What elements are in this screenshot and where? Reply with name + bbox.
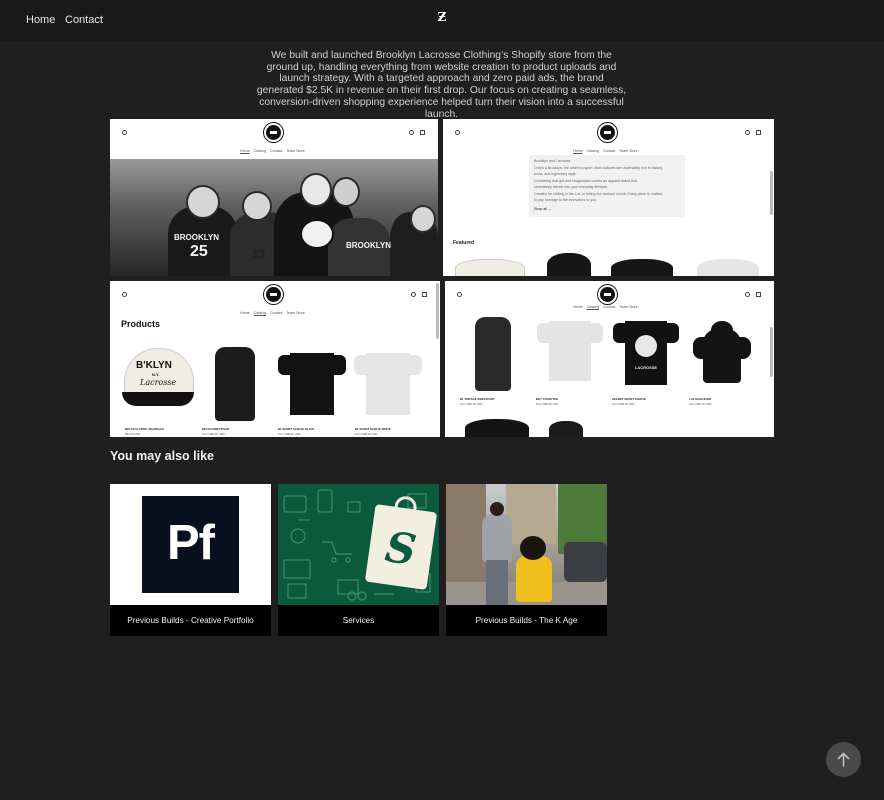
mock-store-logo [598, 285, 617, 304]
related-card-the-k-age[interactable]: Previous Builds - The K Age [446, 484, 607, 636]
mock-search-icon [455, 130, 460, 135]
featured-tee-white [697, 259, 759, 276]
mock-scrollbar [436, 283, 439, 339]
product-stars-tee[interactable] [537, 321, 603, 381]
shop-all-link: Shop all → [534, 207, 552, 211]
product-lax-hood[interactable] [693, 321, 751, 383]
mock-account-icon [411, 292, 416, 297]
hero-lacrosse-photo: BROOKLYN 25 13 BROOKLYN [110, 159, 438, 276]
mock-account-icon [409, 130, 414, 135]
featured-tee-black [611, 259, 673, 276]
nav-home-link[interactable]: Home [26, 14, 55, 26]
featured-heading: Featured [453, 240, 475, 246]
product-tee-white[interactable] [354, 353, 422, 415]
brand-logo[interactable]: Ƶ [436, 10, 448, 24]
portfolio-app-icon: Pf [142, 496, 239, 593]
mock-account-icon [745, 292, 750, 297]
mock-store-header: Home Catalog Contact Team Store [110, 281, 440, 321]
product-tee-black[interactable] [278, 353, 346, 415]
also-like-heading: You may also like [110, 449, 214, 463]
mock-search-icon [122, 130, 127, 135]
mock-store-nav: Home Catalog Contact Team Store [573, 305, 638, 309]
mock-store-header: Home Catalog Contact Team Store [110, 119, 438, 159]
mock-store-logo [264, 285, 283, 304]
mock-store-logo [264, 123, 283, 142]
mock-cart-icon [422, 292, 427, 297]
arrow-up-icon [837, 752, 850, 767]
card-label: Previous Builds - Creative Portfolio [127, 616, 254, 625]
mock-store-header: Home Catalog Contact Team Store [443, 119, 774, 159]
shopify-bag-icon: S [364, 494, 438, 590]
jersey-text: BROOKLYN [174, 233, 220, 242]
featured-cap [455, 259, 525, 276]
card-label: Services [342, 616, 375, 625]
mock-store-nav: Home Catalog Contact Team Store [573, 149, 638, 153]
scroll-to-top-button[interactable] [826, 742, 861, 777]
mock-scrollbar [770, 327, 773, 377]
catalog-next-row-item [549, 421, 583, 437]
mock-cart-icon [756, 130, 761, 135]
jersey-number: 13 [252, 247, 266, 261]
screenshot-home-hero: Home Catalog Contact Team Store BROOKLYN 25… [110, 119, 438, 276]
mock-search-icon [122, 292, 127, 297]
featured-pants [547, 253, 591, 276]
jersey-text: BROOKLYN [346, 241, 392, 250]
product-vintage-sweatpant[interactable] [475, 317, 511, 391]
mock-cart-icon [756, 292, 761, 297]
portfolio-thumbnail: Pf [110, 484, 271, 605]
catalog-next-row-item [465, 419, 529, 437]
screenshot-about-featured: Home Catalog Contact Team Store Brooklyn an… [443, 119, 774, 276]
top-navigation-bar: Home Contact Ƶ [0, 0, 884, 41]
street-photo-thumbnail [446, 484, 607, 605]
jersey-number: 25 [190, 243, 208, 260]
card-label: Previous Builds - The K Age [475, 616, 578, 625]
screenshot-catalog: Home Catalog Contact Team Store LACROSSE B1… [445, 281, 774, 437]
about-text-block: Brooklyn and Lacrosse Only's a Brooklyn,… [529, 155, 685, 217]
product-sweatpant[interactable] [215, 347, 255, 421]
services-thumbnail: S [278, 484, 439, 605]
mock-cart-icon [420, 130, 425, 135]
product-helmet-tee[interactable]: LACROSSE [613, 321, 679, 385]
lacrosse-club-patch [300, 219, 334, 249]
nav-contact-link[interactable]: Contact [65, 14, 103, 26]
mock-store-logo [598, 123, 617, 142]
mock-scrollbar [770, 171, 773, 215]
mock-store-header: Home Catalog Contact Team Store [445, 281, 774, 321]
mock-search-icon [457, 292, 462, 297]
related-card-creative-portfolio[interactable]: Pf Previous Builds - Creative Portfolio [110, 484, 271, 636]
mock-store-nav: Home Catalog Contact Team Store [240, 149, 305, 153]
mock-account-icon [745, 130, 750, 135]
mock-store-nav: Home Catalog Contact Team Store [240, 311, 305, 315]
product-snapback[interactable]: B'KLYN N.Y. Lacrosse [122, 348, 196, 412]
related-card-services[interactable]: S Services [278, 484, 439, 636]
products-heading: Products [121, 319, 161, 329]
project-description: We built and launched Brooklyn Lacrosse … [256, 50, 627, 120]
screenshot-products: Home Catalog Contact Team Store Products B'… [110, 281, 440, 437]
